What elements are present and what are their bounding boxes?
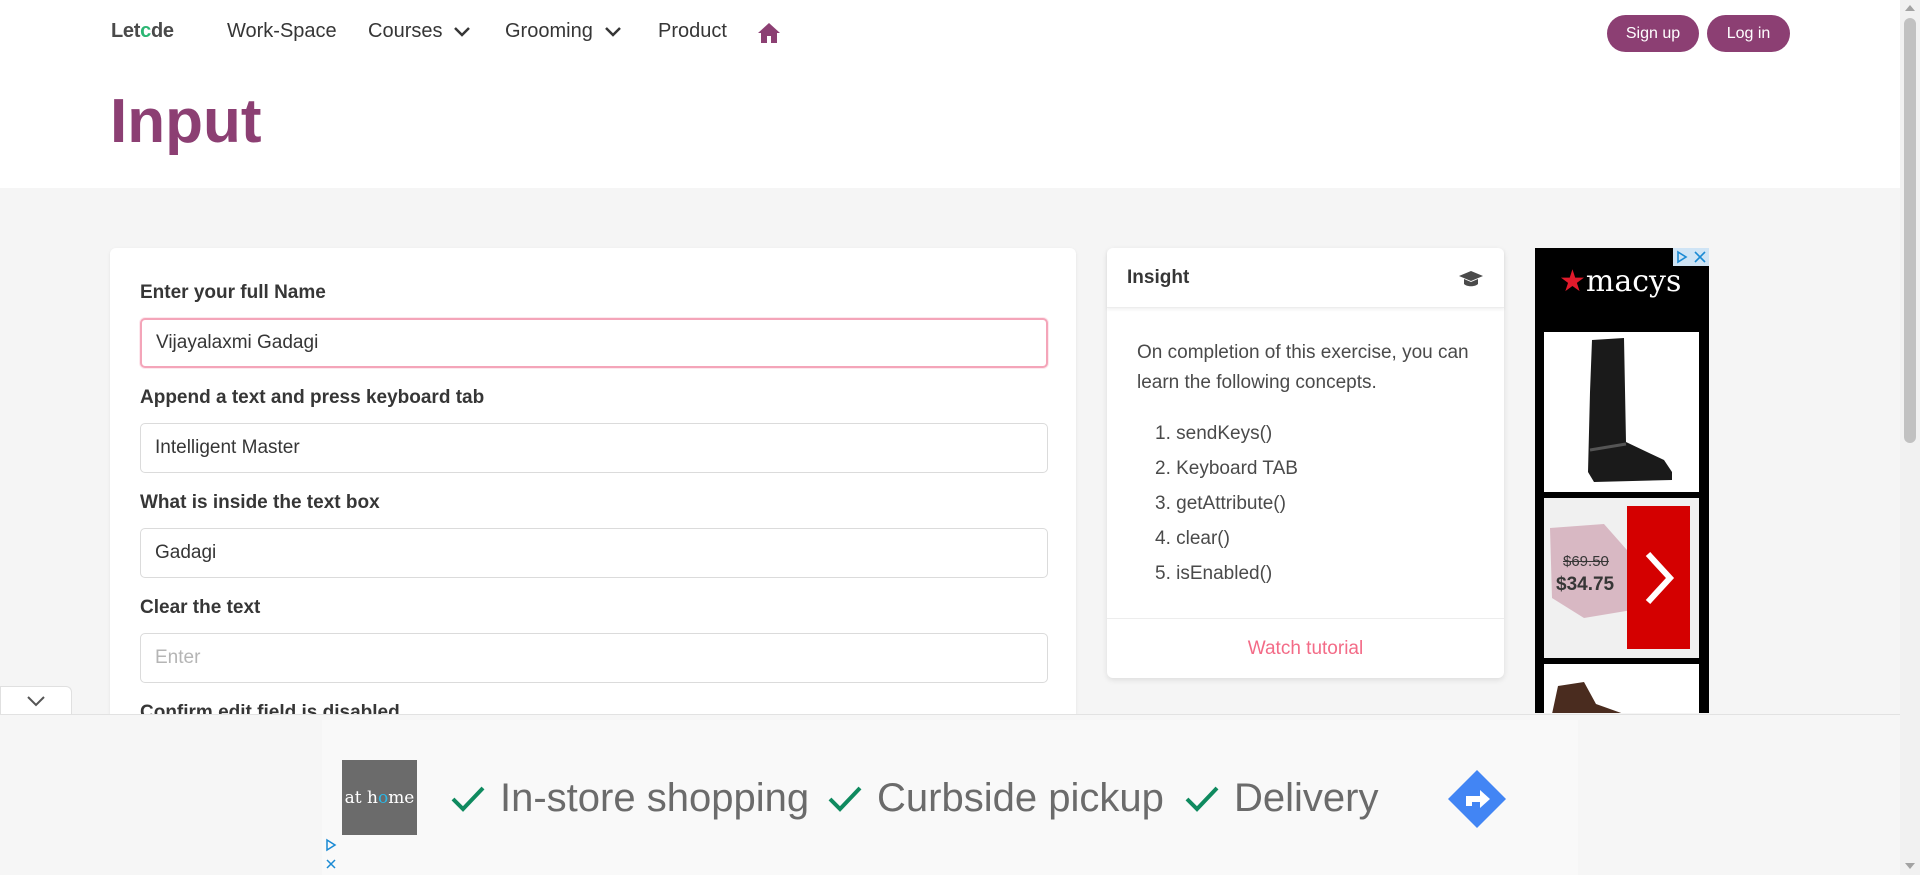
signup-button[interactable]: Sign up <box>1607 15 1699 52</box>
field-label-clear-text: Clear the text <box>140 597 261 618</box>
nav-item-grooming[interactable]: Grooming <box>505 20 621 43</box>
navbar: Letcde Work-Space Courses Grooming Produ… <box>0 0 1900 66</box>
price-old: $69.50 <box>1563 553 1609 570</box>
inside-text-input[interactable] <box>140 528 1048 578</box>
feature-label: Delivery <box>1234 776 1379 820</box>
clear-text-input[interactable] <box>140 633 1048 683</box>
brown-boot-image <box>1552 682 1622 713</box>
macys-logo-text: macys <box>1585 264 1682 299</box>
product-tile-brown-boot[interactable] <box>1544 664 1699 713</box>
concept-item: 2. Keyboard TAB <box>1155 458 1298 479</box>
nav-item-workspace[interactable]: Work-Space <box>227 20 337 43</box>
scroll-down-arrow[interactable] <box>1905 863 1915 869</box>
boot-image <box>1588 338 1672 482</box>
page-scrollbar[interactable] <box>1900 0 1920 875</box>
watch-tutorial-link[interactable]: Watch tutorial <box>1248 638 1363 660</box>
nav-item-label: Product <box>658 20 727 42</box>
brand-text-o: c <box>140 20 151 42</box>
login-button[interactable]: Log in <box>1707 15 1790 52</box>
athome-logo-text-pre: at h <box>344 787 378 808</box>
concept-list: 1. sendKeys() 2. Keyboard TAB 3. getAttr… <box>1155 416 1298 591</box>
star-icon: ★ <box>1559 264 1586 299</box>
home-icon[interactable] <box>757 22 781 44</box>
insight-title: Insight <box>1127 267 1190 288</box>
feature-in-store: In-store shopping <box>450 776 809 821</box>
price-new: $34.75 <box>1556 574 1615 595</box>
concept-item: 5. isEnabled() <box>1155 563 1273 584</box>
feature-curbside: Curbside pickup <box>827 776 1164 821</box>
ad-close-icon[interactable] <box>1691 248 1709 266</box>
insight-card: Insight On completion of this exercise, … <box>1107 248 1504 678</box>
nav-item-label: Courses <box>368 20 443 42</box>
brand-text-pre: Let <box>111 20 141 42</box>
field-label-full-name: Enter your full Name <box>140 282 326 303</box>
scroll-up-arrow[interactable] <box>1905 5 1915 11</box>
feature-delivery: Delivery <box>1184 776 1378 821</box>
chevron-down-icon <box>454 26 471 37</box>
chevron-down-icon <box>604 26 621 37</box>
next-product-button[interactable] <box>1627 506 1690 649</box>
concept-item: 4. clear() <box>1155 528 1230 549</box>
nav-item-label: Work-Space <box>227 20 337 42</box>
check-icon <box>451 786 485 812</box>
macys-logo: ★macys <box>1559 264 1681 299</box>
side-advertisement[interactable]: ★macys $69.50 $34.75 <box>1535 248 1709 713</box>
field-label-inside-text: What is inside the text box <box>140 492 380 513</box>
ad-choices-icon[interactable] <box>324 838 338 872</box>
brand-logo[interactable]: Letcde <box>111 20 174 43</box>
scroll-thumb[interactable] <box>1904 18 1916 443</box>
check-icon <box>1185 786 1219 812</box>
concept-item: 3. getAttribute() <box>1155 493 1286 514</box>
nav-item-product[interactable]: Product <box>658 20 727 43</box>
hero-section: Input <box>0 66 1900 188</box>
nav-item-courses[interactable]: Courses <box>368 20 471 43</box>
nav-item-label: Grooming <box>505 20 593 42</box>
check-icon <box>828 786 862 812</box>
athome-logo-text-o: o <box>377 787 389 808</box>
field-label-append-text: Append a text and press keyboard tab <box>140 387 485 408</box>
append-text-input[interactable] <box>140 423 1048 473</box>
full-name-input[interactable] <box>140 318 1048 368</box>
concept-item: 1. sendKeys() <box>1155 423 1273 444</box>
athome-logo: at h o me <box>342 760 417 835</box>
feature-label: Curbside pickup <box>877 776 1164 820</box>
input-form-card: Enter your full Name Append a text and p… <box>110 248 1076 728</box>
page-title: Input <box>110 87 262 156</box>
insight-header: Insight <box>1107 248 1504 308</box>
chevron-down-icon <box>27 695 45 706</box>
insight-footer: Watch tutorial <box>1107 618 1504 678</box>
graduation-cap-icon <box>1459 271 1483 287</box>
product-tile-boot[interactable] <box>1544 332 1699 492</box>
athome-logo-text-post: me <box>388 787 415 808</box>
chevron-right-icon <box>1645 551 1674 604</box>
insight-description: On completion of this exercise, you can … <box>1137 342 1469 393</box>
directions-icon[interactable] <box>1446 768 1508 830</box>
collapse-ad-toggle[interactable] <box>0 686 72 714</box>
feature-label: In-store shopping <box>500 776 810 820</box>
brand-text-post: de <box>150 20 174 42</box>
